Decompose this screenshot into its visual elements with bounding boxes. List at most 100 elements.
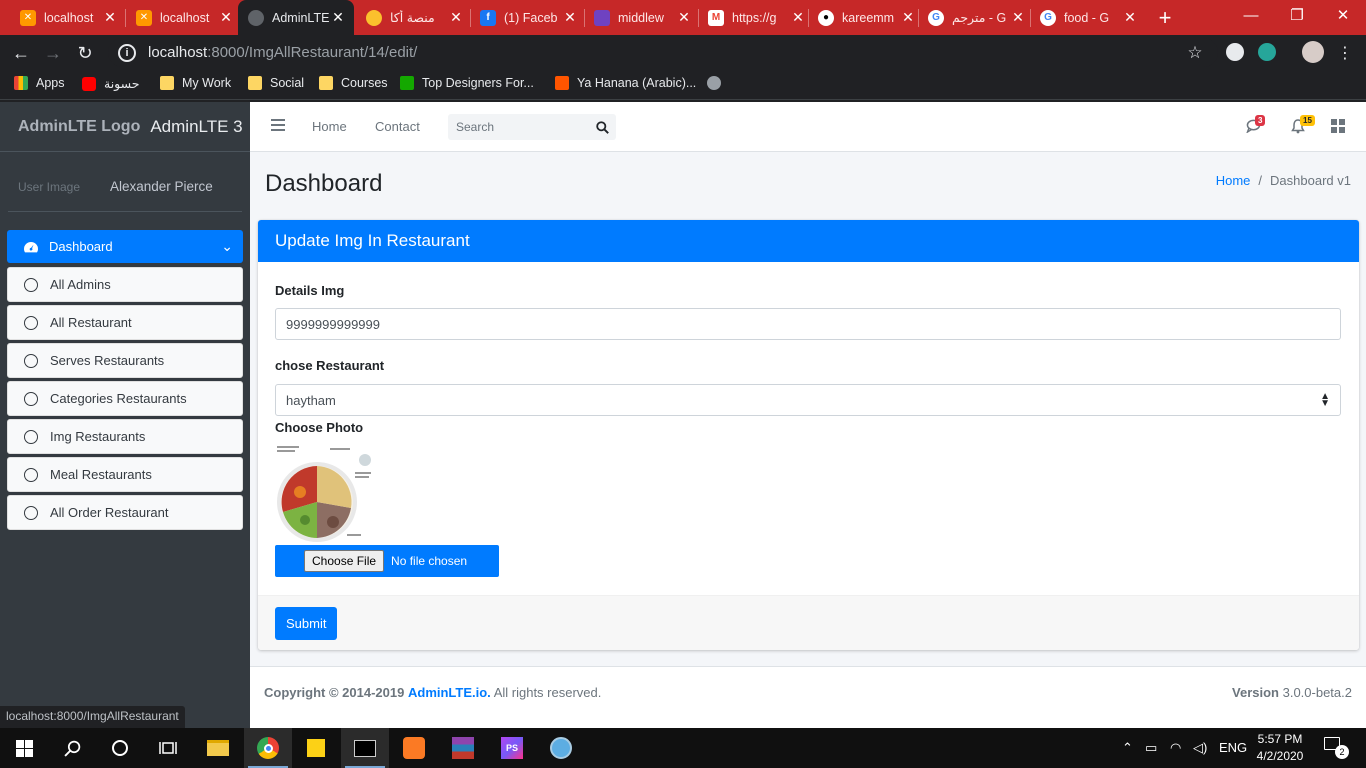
adminlte-link[interactable]: AdminLTE.io. <box>408 685 491 700</box>
close-tab-icon[interactable]: ✕ <box>330 9 346 26</box>
bookmark-folder[interactable]: My Work <box>160 76 231 90</box>
url-path: :8000/ImgAllRestaurant/14/edit/ <box>207 44 418 61</box>
sidebar-item-img-restaurants[interactable]: Img Restaurants <box>7 419 243 454</box>
close-tab-icon[interactable]: ✕ <box>218 9 234 26</box>
notifications-button[interactable]: 15 <box>1291 115 1315 135</box>
battery-icon[interactable]: ▭ <box>1145 740 1157 756</box>
volume-icon[interactable]: ◁) <box>1193 740 1207 756</box>
phpstorm-icon[interactable]: PS <box>488 728 536 768</box>
brand-link[interactable]: AdminLTE Logo AdminLTE 3 <box>0 102 250 152</box>
close-tab-icon[interactable]: ✕ <box>102 9 118 26</box>
close-window-button[interactable]: ✕ <box>1320 0 1366 30</box>
sidebar-item-dashboard[interactable]: Dashboard ⌄ <box>7 230 243 263</box>
bookmark-upwork[interactable]: Top Designers For... <box>400 76 534 90</box>
close-tab-icon[interactable]: ✕ <box>900 9 916 26</box>
messages-button[interactable]: 3 <box>1246 115 1266 135</box>
app-icon[interactable] <box>537 728 585 768</box>
restore-button[interactable]: ❐ <box>1274 0 1320 30</box>
terminal-icon[interactable] <box>341 728 389 768</box>
back-icon[interactable]: ← <box>8 40 34 66</box>
bookmark-soundcloud[interactable]: Ya Hanana (Arabic)... <box>555 76 696 90</box>
sidebar-item-label: Dashboard <box>49 239 113 254</box>
food-plate-image <box>275 442 375 544</box>
xampp-icon[interactable] <box>390 728 438 768</box>
browser-tab[interactable]: منصة أكا ✕ <box>356 0 472 35</box>
menu-dots-icon[interactable]: ⋮ <box>1332 40 1358 66</box>
info-icon[interactable]: i <box>118 43 136 62</box>
browser-tab[interactable]: ✕ localhost ✕ <box>10 0 126 35</box>
browser-tab[interactable]: G food - G ✕ <box>1030 0 1146 35</box>
breadcrumb-home-link[interactable]: Home <box>1216 173 1251 188</box>
address-bar[interactable]: i localhost:8000/ImgAllRestaurant/14/edi… <box>108 38 1218 67</box>
sticky-notes-icon[interactable] <box>292 728 340 768</box>
search-button[interactable] <box>588 114 616 140</box>
bookmark-star-icon[interactable]: ☆ <box>1182 40 1208 66</box>
file-explorer-icon[interactable] <box>194 728 242 768</box>
cortana-icon[interactable] <box>96 728 144 768</box>
profile-avatar[interactable] <box>1302 41 1324 63</box>
browser-tab[interactable]: middlew ✕ <box>584 0 700 35</box>
reload-icon[interactable]: ↻ <box>72 40 98 66</box>
chevron-up-icon[interactable]: ⌃ <box>1122 740 1133 756</box>
sidebar-item-label: Serves Restaurants <box>50 353 165 368</box>
bookmark-folder[interactable]: Social <box>248 76 304 90</box>
nav-link-home[interactable]: Home <box>312 119 347 134</box>
bookmark-globe[interactable] <box>707 76 729 90</box>
chrome-icon[interactable] <box>244 728 292 768</box>
browser-tab[interactable]: M https://g ✕ <box>698 0 814 35</box>
clock[interactable]: 5:57 PM 4/2/2020 <box>1250 731 1310 765</box>
sidebar-item-all-restaurant[interactable]: All Restaurant <box>7 305 243 340</box>
close-tab-icon[interactable]: ✕ <box>1122 9 1138 26</box>
bookmark-label: حسونة <box>104 77 140 91</box>
task-view-icon[interactable] <box>144 728 192 768</box>
nav-link-contact[interactable]: Contact <box>375 119 420 134</box>
sidebar-item-categories-restaurants[interactable]: Categories Restaurants <box>7 381 243 416</box>
close-tab-icon[interactable]: ✕ <box>448 9 464 26</box>
hamburger-menu-icon[interactable] <box>271 119 285 134</box>
sidebar-item-meal-restaurants[interactable]: Meal Restaurants <box>7 457 243 492</box>
choose-file-button[interactable]: Choose File <box>304 550 385 572</box>
user-panel[interactable]: User Image Alexander Pierce <box>8 162 242 212</box>
details-img-input[interactable]: 9999999999999 <box>275 308 1341 340</box>
tab-label: middlew <box>618 10 664 25</box>
browser-tab-active[interactable]: AdminLTE ✕ <box>238 0 354 35</box>
close-tab-icon[interactable]: ✕ <box>676 9 692 26</box>
extension-icon[interactable] <box>1258 43 1276 61</box>
windows-start-icon[interactable] <box>0 728 48 768</box>
close-tab-icon[interactable]: ✕ <box>790 9 806 26</box>
action-center-button[interactable]: 2 <box>1324 737 1349 759</box>
control-sidebar-button[interactable] <box>1331 119 1347 135</box>
sidebar: AdminLTE Logo AdminLTE 3 User Image Alex… <box>0 102 250 728</box>
sidebar-item-label: All Order Restaurant <box>50 505 169 520</box>
search-icon <box>595 120 609 134</box>
bookmark-youtube[interactable]: حسونة <box>82 76 140 91</box>
language-indicator[interactable]: ENG <box>1219 740 1247 755</box>
forward-icon[interactable]: → <box>40 40 66 66</box>
version-label: Version <box>1232 685 1279 700</box>
browser-tab[interactable]: ● kareemm ✕ <box>808 0 924 35</box>
circle-icon <box>24 277 38 292</box>
extension-icon[interactable] <box>1226 43 1244 61</box>
restaurant-select[interactable]: haytham ▲ ▼ <box>275 384 1341 416</box>
winrar-icon[interactable] <box>439 728 487 768</box>
sidebar-item-all-order-restaurant[interactable]: All Order Restaurant <box>7 495 243 530</box>
search-input[interactable]: Search <box>448 114 616 140</box>
minimize-button[interactable]: — <box>1228 0 1274 30</box>
grid-icon <box>1331 119 1345 133</box>
browser-tab[interactable]: G مترجم - G ✕ <box>918 0 1034 35</box>
bookmark-apps[interactable]: Apps <box>14 76 65 90</box>
user-name[interactable]: Alexander Pierce <box>110 179 213 194</box>
wifi-icon[interactable]: ◠ <box>1170 740 1181 756</box>
sidebar-item-serves-restaurants[interactable]: Serves Restaurants <box>7 343 243 378</box>
bookmark-folder[interactable]: Courses <box>319 76 388 90</box>
close-tab-icon[interactable]: ✕ <box>1010 9 1026 26</box>
new-tab-button[interactable]: + <box>1152 5 1178 31</box>
browser-tab[interactable]: ✕ localhost ✕ <box>126 0 242 35</box>
card-footer: Submit <box>258 595 1359 650</box>
sidebar-item-all-admins[interactable]: All Admins <box>7 267 243 302</box>
search-icon[interactable] <box>48 728 96 768</box>
submit-button[interactable]: Submit <box>275 607 338 640</box>
tab-label: منصة أكا <box>390 11 435 25</box>
close-tab-icon[interactable]: ✕ <box>562 9 578 26</box>
browser-tab[interactable]: f (1) Faceb ✕ <box>470 0 586 35</box>
